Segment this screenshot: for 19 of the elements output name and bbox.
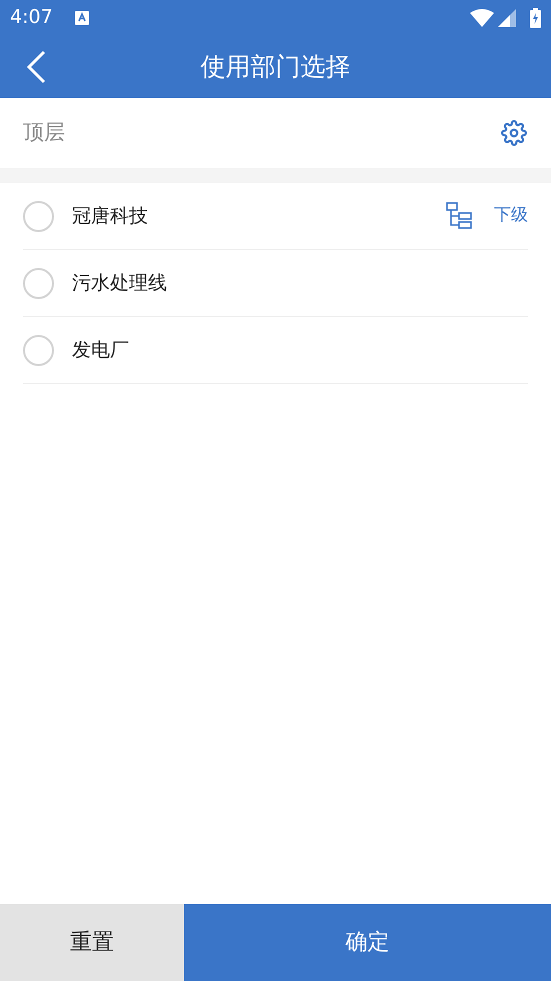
radio-button[interactable] bbox=[23, 268, 54, 298]
wifi-icon bbox=[470, 8, 494, 26]
radio-button[interactable] bbox=[23, 200, 54, 232]
status-time: 4:07 bbox=[10, 5, 53, 30]
notification-icon bbox=[74, 10, 89, 24]
department-name[interactable]: 发电厂 bbox=[72, 336, 129, 364]
sublevel-link[interactable]: 下级 bbox=[494, 203, 528, 229]
confirm-button[interactable]: 确定 bbox=[184, 904, 551, 981]
department-name[interactable]: 冠唐科技 bbox=[72, 202, 148, 230]
back-icon bbox=[26, 50, 46, 84]
battery-icon bbox=[530, 8, 541, 28]
department-name[interactable]: 污水处理线 bbox=[72, 268, 167, 298]
settings-button[interactable] bbox=[500, 119, 528, 147]
hierarchy-icon[interactable] bbox=[446, 202, 472, 230]
radio-button[interactable] bbox=[23, 334, 54, 366]
reset-button[interactable]: 重置 bbox=[0, 904, 184, 981]
signal-icon bbox=[498, 8, 516, 26]
settings-icon bbox=[501, 120, 527, 146]
page-title: 使用部门选择 bbox=[200, 50, 350, 83]
